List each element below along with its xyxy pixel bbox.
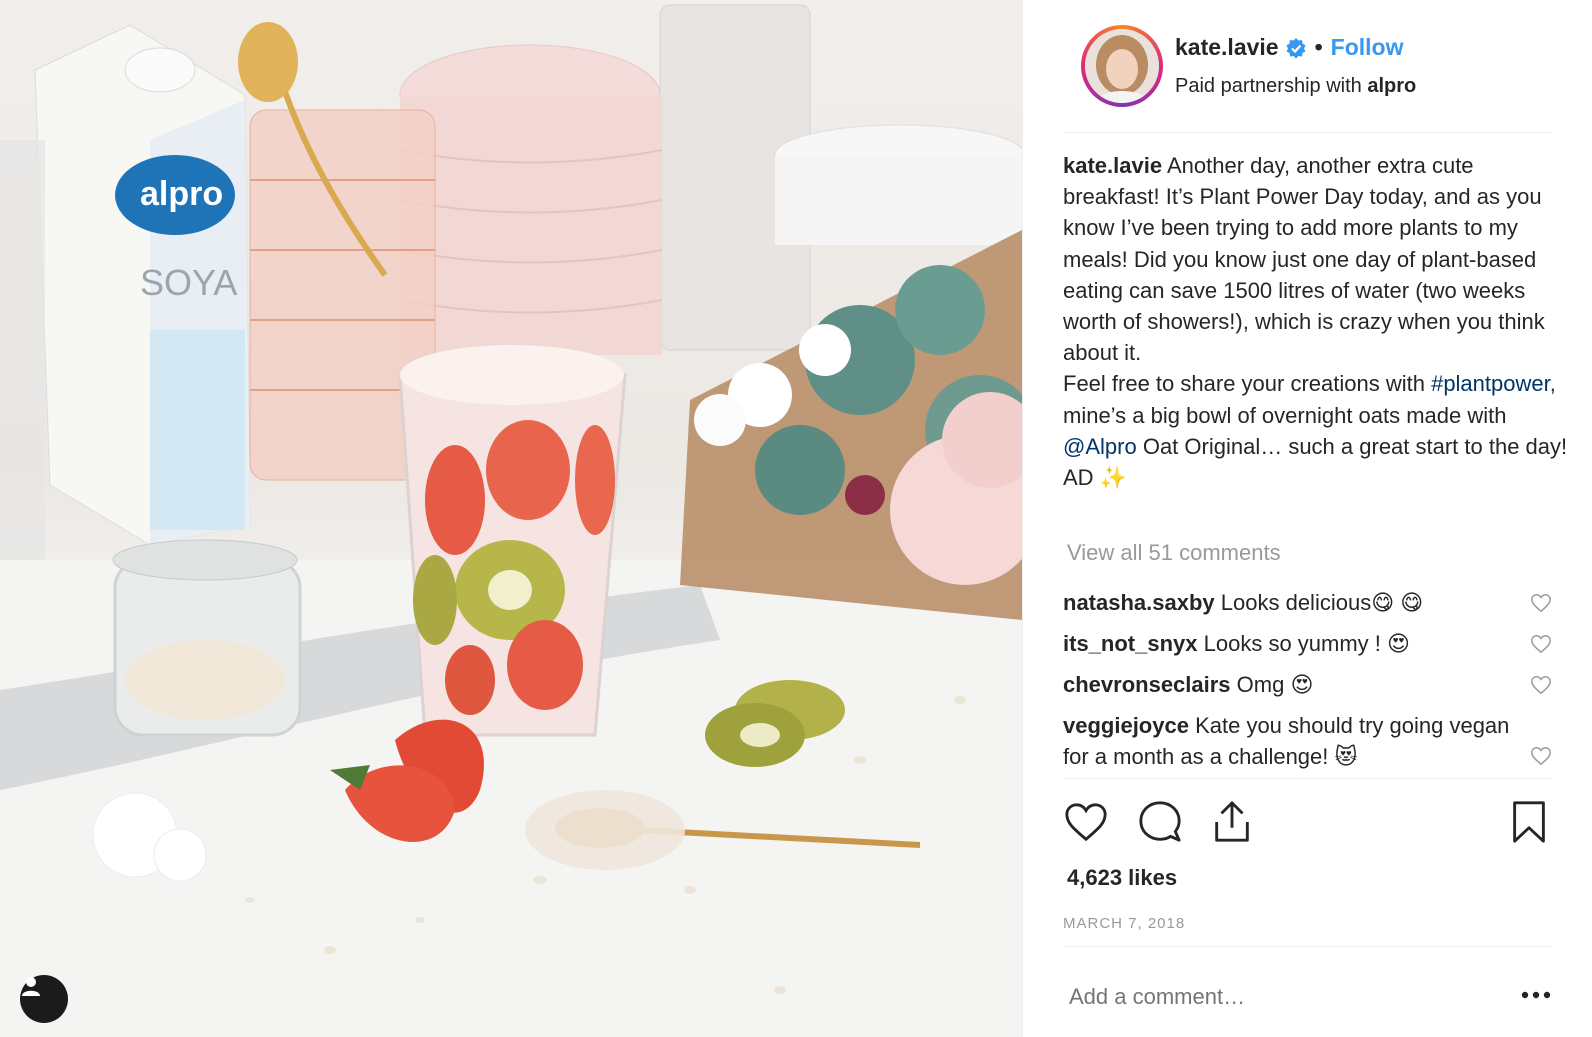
comment-box-divider	[1063, 946, 1552, 947]
partnership-prefix: Paid partnership with	[1175, 75, 1362, 97]
caption-text-2: Feel free to share your creations with	[1063, 371, 1425, 397]
comment-text: Omg 😍	[1236, 672, 1314, 697]
comment-like-heart-icon[interactable]	[1530, 674, 1552, 696]
comment-item: its_not_snyx Looks so yummy ! 😍	[1063, 628, 1533, 659]
hashtag-link[interactable]: #plantpower	[1431, 371, 1550, 396]
comment-text: Looks so yummy ! 😍	[1203, 631, 1410, 656]
verified-badge-icon	[1286, 37, 1306, 58]
comment-item: veggiejoyce Kate you should try going ve…	[1063, 710, 1533, 772]
heart-icon[interactable]	[1063, 799, 1109, 845]
caption-text-1: Another day, another extra cute breakfas…	[1063, 153, 1545, 366]
story-ring[interactable]	[1081, 25, 1163, 107]
post-header: kate.lavie • Follow Paid partnership wit…	[1063, 20, 1552, 133]
more-options-icon[interactable]	[1520, 990, 1552, 1000]
add-comment-input[interactable]	[1067, 983, 1451, 1011]
comment-like-heart-icon[interactable]	[1530, 745, 1552, 767]
separator-dot: •	[1314, 34, 1323, 60]
comments-divider	[1063, 778, 1552, 779]
comment-item: natasha.saxby Looks delicious😋 😋	[1063, 587, 1533, 618]
avatar-image	[1085, 29, 1159, 103]
comment-username[interactable]: veggiejoyce	[1063, 713, 1189, 738]
comment-icon[interactable]	[1137, 799, 1183, 845]
user-tag-button[interactable]	[20, 975, 68, 1023]
caption-text-4: Oat Original… such a great start to the …	[1063, 433, 1568, 491]
post-sidebar: kate.lavie • Follow Paid partnership wit…	[1022, 0, 1592, 1037]
comment-like-heart-icon[interactable]	[1530, 633, 1552, 655]
action-bar	[1063, 795, 1552, 851]
post-caption: kate.lavie Another day, another extra cu…	[1063, 150, 1568, 493]
comment-like-heart-icon[interactable]	[1530, 592, 1552, 614]
comment-username[interactable]: its_not_snyx	[1063, 631, 1198, 656]
username-row: kate.lavie • Follow	[1175, 34, 1403, 61]
comment-username[interactable]: chevronseclairs	[1063, 672, 1231, 697]
caption-username[interactable]: kate.lavie	[1063, 153, 1162, 178]
svg-text:SOYA: SOYA	[140, 262, 237, 303]
likes-count[interactable]: 4,623 likes	[1067, 865, 1177, 891]
comment-username[interactable]: natasha.saxby	[1063, 590, 1215, 615]
post-date[interactable]: MARCH 7, 2018	[1063, 915, 1185, 932]
comment-item: chevronseclairs Omg 😍	[1063, 669, 1533, 700]
svg-text:alpro: alpro	[140, 175, 223, 213]
share-icon[interactable]	[1209, 799, 1255, 845]
user-tag-icon	[22, 977, 40, 996]
comment-text: Looks delicious😋 😋	[1220, 590, 1424, 615]
bookmark-icon[interactable]	[1506, 799, 1552, 845]
partnership-brand-link[interactable]: alpro	[1367, 75, 1416, 97]
mention-link[interactable]: @Alpro	[1063, 434, 1137, 459]
paid-partnership-label: Paid partnership with alpro	[1175, 75, 1416, 98]
post-container: alpro SOYA kate.lavie • Follow Paid part…	[0, 0, 1592, 1037]
post-photo[interactable]: alpro SOYA	[0, 0, 1022, 1037]
username-link[interactable]: kate.lavie	[1175, 34, 1279, 61]
follow-button[interactable]: Follow	[1331, 34, 1404, 61]
view-all-comments-link[interactable]: View all 51 comments	[1067, 540, 1281, 566]
avatar[interactable]	[1085, 29, 1159, 103]
breakfast-scene-illustration: alpro SOYA	[0, 4, 1022, 1037]
